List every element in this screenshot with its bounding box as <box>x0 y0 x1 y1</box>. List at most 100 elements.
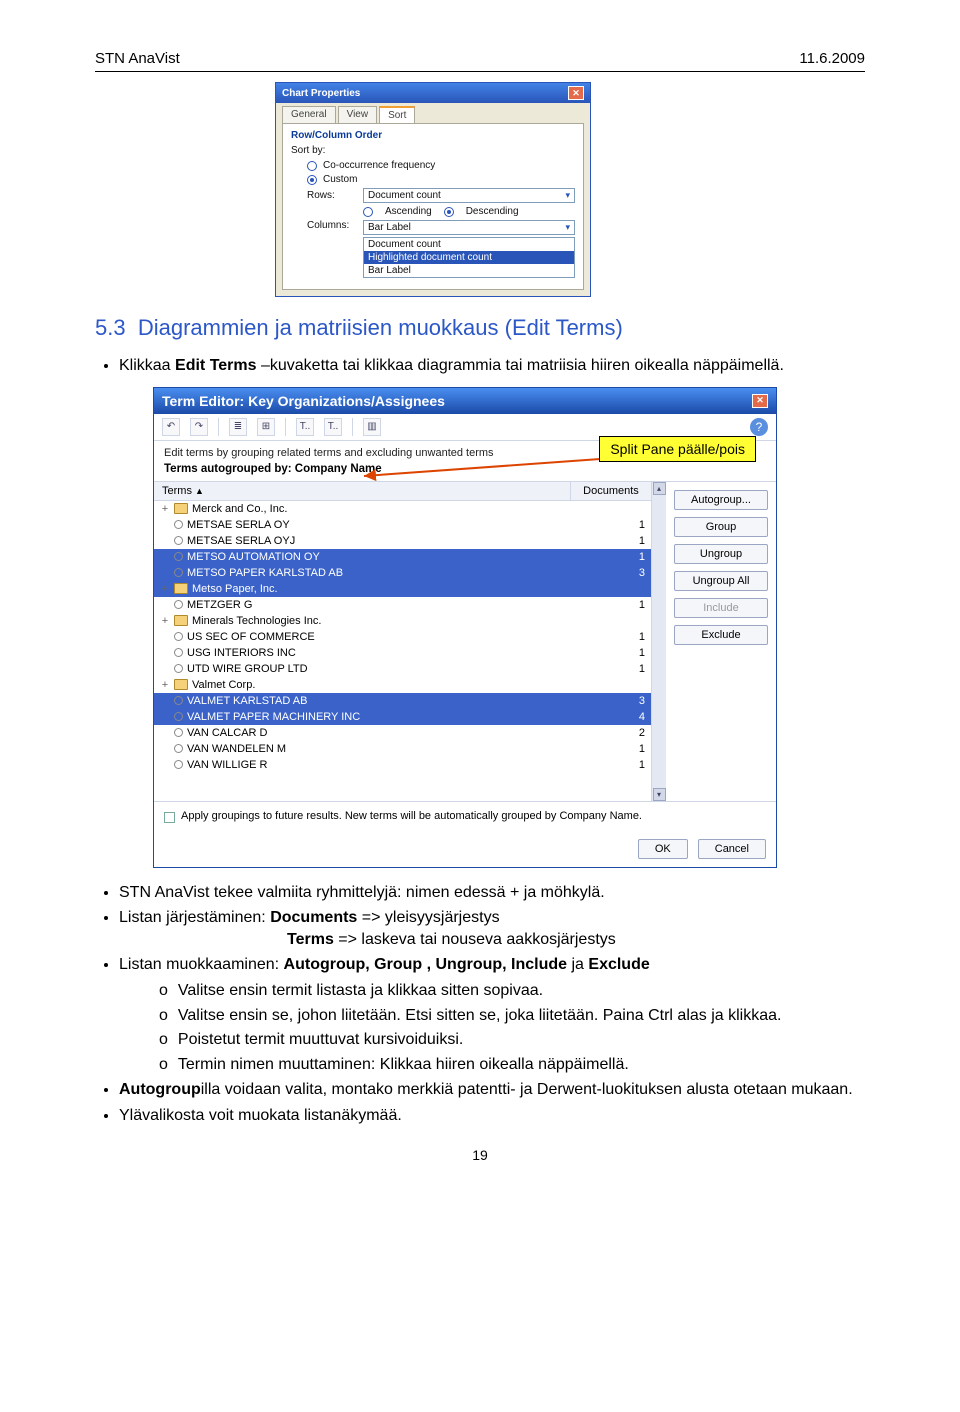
term-icon <box>174 648 183 657</box>
radio-descending[interactable] <box>444 207 454 217</box>
help-icon[interactable]: ? <box>750 418 768 436</box>
chart-properties-dialog: Chart Properties ✕ General View Sort Row… <box>275 82 591 297</box>
section-title-text: Diagrammien ja matriisien muokkaus (Edit… <box>138 315 623 340</box>
cols-value: Bar Label <box>368 222 411 233</box>
expand-icon[interactable]: + <box>160 583 170 595</box>
list-icon[interactable]: ≣ <box>229 418 247 436</box>
table-row[interactable]: METSO PAPER KARLSTAD AB3 <box>154 565 651 581</box>
table-row[interactable]: +Minerals Technologies Inc. <box>154 613 651 629</box>
table-row[interactable]: +Merck and Co., Inc. <box>154 501 651 517</box>
doc-count: 1 <box>586 597 651 613</box>
table-row[interactable]: VAN CALCAR D 2 <box>154 725 651 741</box>
folder-icon <box>174 615 188 626</box>
folder-icon <box>174 583 188 594</box>
rows-dropdown[interactable]: Document count ▾ <box>363 188 575 203</box>
table-row[interactable]: + Valmet Corp. <box>154 677 651 693</box>
table-row[interactable]: UTD WIRE GROUP LTD1 <box>154 661 651 677</box>
back-icon[interactable]: ↶ <box>162 418 180 436</box>
chart-props-title: Chart Properties <box>282 88 360 99</box>
close-icon[interactable]: ✕ <box>752 394 768 408</box>
table-row[interactable]: USG INTERIORS INC1 <box>154 645 651 661</box>
scrollbar[interactable]: ▴ ▾ <box>651 482 666 801</box>
term-name: VAN CALCAR D <box>187 727 267 739</box>
doc-count: 1 <box>586 741 651 757</box>
doc-count: 4 <box>586 709 651 725</box>
table-row[interactable]: METSO AUTOMATION OY1 <box>154 549 651 565</box>
term-name: METSAE SERLA OYJ <box>187 535 295 547</box>
expand-icon[interactable]: + <box>160 615 170 627</box>
cols-listbox[interactable]: Document count Highlighted document coun… <box>363 237 575 278</box>
table-row[interactable]: METZGER G1 <box>154 597 651 613</box>
term-icon <box>174 552 183 561</box>
radio-cooccurrence[interactable] <box>307 161 317 171</box>
forward-icon[interactable]: ↷ <box>190 418 208 436</box>
apply-checkbox[interactable] <box>164 812 175 823</box>
table-row[interactable]: VAN WILLIGE R1 <box>154 757 651 773</box>
doc-count: 2 <box>586 725 651 741</box>
list-item[interactable]: Highlighted document count <box>364 251 574 264</box>
expand-icon[interactable]: + <box>160 503 170 515</box>
term-editor-titlebar[interactable]: Term Editor: Key Organizations/Assignees… <box>154 388 776 414</box>
radio-ascending[interactable] <box>363 207 373 217</box>
list-item[interactable]: Document count <box>364 238 574 251</box>
col-terms[interactable]: Terms <box>162 485 192 497</box>
autogroup--button[interactable]: Autogroup... <box>674 490 768 510</box>
term-icon <box>174 568 183 577</box>
expand-icon[interactable]: + <box>160 679 170 691</box>
tree-icon[interactable]: ⊞ <box>257 418 275 436</box>
doc-count: 1 <box>586 661 651 677</box>
table-row[interactable]: METSAE SERLA OY1 <box>154 517 651 533</box>
row-col-order-label: Row/Column Order <box>291 130 575 141</box>
ok-button[interactable]: OK <box>638 839 688 859</box>
table-row[interactable]: VALMET KARLSTAD AB3 <box>154 693 651 709</box>
chevron-down-icon: ▾ <box>565 222 570 233</box>
table-row[interactable]: + Metso Paper, Inc. <box>154 581 651 597</box>
chart-props-titlebar[interactable]: Chart Properties ✕ <box>276 83 590 103</box>
ungroup-button[interactable]: Ungroup <box>674 544 768 564</box>
table-row[interactable]: METSAE SERLA OYJ1 <box>154 533 651 549</box>
apply-text: Apply groupings to future results. New t… <box>181 810 642 822</box>
term-name: USG INTERIORS INC <box>187 647 296 659</box>
doc-count: 3 <box>586 565 651 581</box>
group-button[interactable]: Group <box>674 517 768 537</box>
table-row[interactable]: US SEC OF COMMERCE1 <box>154 629 651 645</box>
chevron-down-icon: ▾ <box>565 190 570 201</box>
bullet-item: Klikkaa Edit Terms –kuvaketta tai klikka… <box>119 355 865 377</box>
side-button-panel: Autogroup...GroupUngroupUngroup AllInclu… <box>666 482 776 801</box>
cancel-button[interactable]: Cancel <box>698 839 766 859</box>
tab-view[interactable]: View <box>338 106 378 123</box>
cols-label: Columns: <box>307 220 357 231</box>
list-item[interactable]: Bar Label <box>364 264 574 277</box>
doc-count <box>586 587 651 591</box>
scroll-down-icon[interactable]: ▾ <box>653 788 666 801</box>
radio-custom[interactable] <box>307 175 317 185</box>
table-row[interactable]: VALMET PAPER MACHINERY INC4 <box>154 709 651 725</box>
sub-item: Valitse ensin termit listasta ja klikkaa… <box>159 980 865 1002</box>
doc-count <box>586 619 651 623</box>
split-pane-icon[interactable]: ▥ <box>363 418 381 436</box>
exclude-button[interactable]: Exclude <box>674 625 768 645</box>
doc-count: 1 <box>586 517 651 533</box>
bullet-item: Listan järjestäminen: Documents => yleis… <box>119 907 865 950</box>
ungroup-all-button[interactable]: Ungroup All <box>674 571 768 591</box>
table-row[interactable]: VAN WANDELEN M 1 <box>154 741 651 757</box>
term-name: VAN WANDELEN M <box>187 743 286 755</box>
terms-table-header: Terms ▲ Documents <box>154 482 651 501</box>
tool-icon[interactable]: T.. <box>296 418 314 436</box>
term-name: VALMET KARLSTAD AB <box>187 695 307 707</box>
tab-general[interactable]: General <box>282 106 336 123</box>
tool-icon[interactable]: T.. <box>324 418 342 436</box>
term-icon <box>174 728 183 737</box>
term-name: Valmet Corp. <box>192 679 255 691</box>
scroll-up-icon[interactable]: ▴ <box>653 482 666 495</box>
col-documents[interactable]: Documents <box>583 485 639 497</box>
cols-dropdown[interactable]: Bar Label ▾ <box>363 220 575 235</box>
tab-sort[interactable]: Sort <box>379 106 415 123</box>
doc-count <box>586 507 651 511</box>
close-icon[interactable]: ✕ <box>568 86 584 100</box>
terms-list[interactable]: +Merck and Co., Inc.METSAE SERLA OY1METS… <box>154 501 651 801</box>
term-editor-title: Term Editor: Key Organizations/Assignees <box>162 393 445 409</box>
term-name: Metso Paper, Inc. <box>192 583 278 595</box>
chart-props-tabs: General View Sort <box>276 103 590 123</box>
callout-split-pane: Split Pane päälle/pois <box>599 436 756 462</box>
